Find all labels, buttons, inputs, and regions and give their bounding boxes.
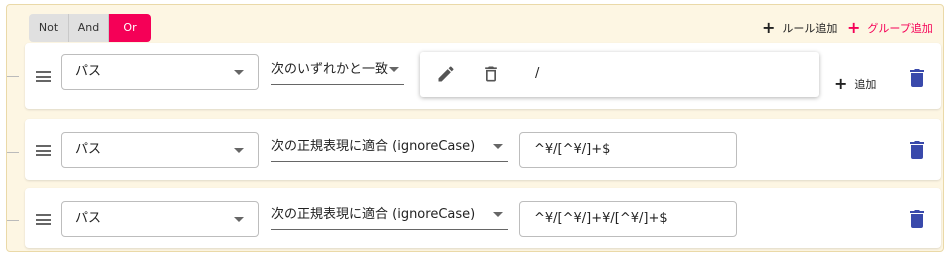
rule-row: パス 次の正規表現に適合 (ignoreCase) ^¥/[^¥/]+¥/[^¥… — [25, 188, 941, 248]
delete-rule-trash-icon[interactable] — [910, 141, 924, 159]
tree-connector — [7, 220, 19, 221]
chevron-down-icon — [234, 148, 244, 153]
operator-select[interactable]: 次のいずれかと一致 — [271, 61, 404, 85]
chevron-down-icon — [493, 212, 503, 217]
combinator-and-button[interactable]: And — [69, 14, 109, 42]
value-input[interactable]: ^¥/[^¥/]+¥/[^¥/]+$ — [519, 201, 737, 237]
tree-connector — [7, 152, 19, 153]
value-input-text: ^¥/[^¥/]+$ — [534, 142, 611, 157]
operator-select-value: 次の正規表現に適合 (ignoreCase) — [271, 139, 476, 154]
drag-handle-icon[interactable] — [36, 71, 51, 82]
tree-connector — [7, 76, 19, 77]
value-input[interactable]: ^¥/[^¥/]+$ — [519, 132, 737, 168]
field-select[interactable]: パス — [61, 54, 259, 90]
drag-handle-icon[interactable] — [36, 145, 51, 156]
field-select[interactable]: パス — [61, 132, 259, 168]
pencil-icon[interactable] — [436, 64, 456, 84]
combinator-toggle: Not And Or — [29, 14, 151, 42]
value-text: / — [535, 66, 540, 81]
operator-select[interactable]: 次の正規表現に適合 (ignoreCase) — [271, 138, 508, 162]
chevron-down-icon — [234, 217, 244, 222]
rule-row: パス 次の正規表現に適合 (ignoreCase) ^¥/[^¥/]+$ — [25, 119, 941, 180]
delete-rule-trash-icon[interactable] — [910, 69, 924, 87]
add-group-button[interactable]: + グループ追加 — [847, 19, 933, 37]
rule-row: パス 次のいずれかと一致 / + 追加 — [25, 43, 941, 109]
delete-rule-trash-icon[interactable] — [910, 210, 924, 228]
rule-group: Not And Or + ルール追加 + グループ追加 パス 次のいずれかと一致… — [6, 4, 944, 252]
add-value-label: 追加 — [854, 78, 877, 91]
chevron-down-icon — [389, 67, 399, 72]
field-select-value: パス — [75, 64, 102, 79]
plus-icon: + — [762, 18, 776, 37]
chevron-down-icon — [493, 144, 503, 149]
operator-select-value: 次のいずれかと一致 — [271, 62, 389, 77]
add-value-button[interactable]: + 追加 — [834, 76, 876, 92]
value-input-text: ^¥/[^¥/]+¥/[^¥/]+$ — [534, 211, 668, 226]
combinator-not-button[interactable]: Not — [29, 14, 69, 42]
value-list-item: / — [420, 52, 819, 97]
chevron-down-icon — [234, 70, 244, 75]
trash-icon[interactable] — [481, 64, 501, 84]
field-select-value: パス — [75, 142, 102, 157]
field-select-value: パス — [75, 211, 102, 226]
add-rule-button[interactable]: + ルール追加 — [762, 19, 837, 37]
add-rule-label: ルール追加 — [782, 22, 838, 35]
plus-icon: + — [847, 18, 861, 37]
operator-select[interactable]: 次の正規表現に適合 (ignoreCase) — [271, 206, 508, 230]
plus-icon: + — [834, 74, 848, 93]
drag-handle-icon[interactable] — [36, 214, 51, 225]
operator-select-value: 次の正規表現に適合 (ignoreCase) — [271, 207, 476, 222]
combinator-or-button[interactable]: Or — [109, 14, 151, 42]
field-select[interactable]: パス — [61, 201, 259, 237]
add-group-label: グループ追加 — [867, 22, 933, 35]
